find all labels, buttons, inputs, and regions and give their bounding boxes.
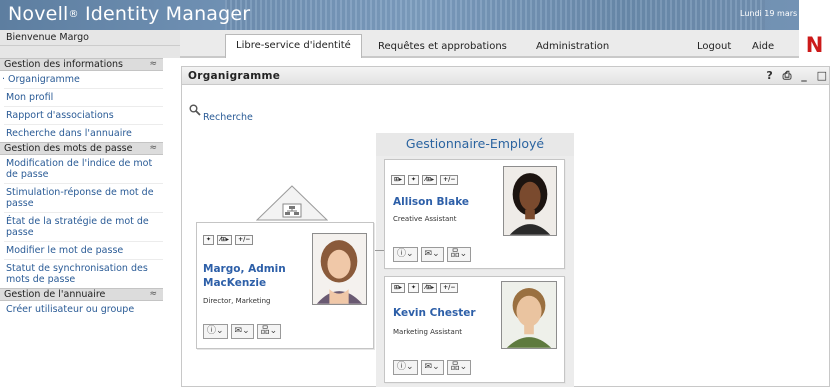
welcome-text: Bienvenue Margo bbox=[0, 30, 180, 46]
card-toolbar: ✦ ⁄⊞▸ +/− bbox=[203, 235, 254, 245]
sidebar-item-associations-report[interactable]: Rapport d'associations bbox=[0, 107, 163, 124]
collapse-icon[interactable]: ≈ bbox=[149, 59, 157, 70]
card-toolbar: ⊞▸ ✦ ⁄⊞▸ +/− bbox=[391, 283, 459, 293]
employee-photo bbox=[503, 166, 557, 236]
search-icon[interactable] bbox=[189, 104, 201, 116]
tab-requests-approvals[interactable]: Requêtes et approbations bbox=[378, 36, 507, 58]
sidebar-item-label: Organigramme bbox=[8, 74, 80, 85]
sidebar-item-my-profile[interactable]: Mon profil bbox=[0, 89, 163, 106]
card-toolbar-button[interactable]: ✦ bbox=[408, 283, 420, 293]
sidebar-item-create-user-group[interactable]: Créer utilisateur ou groupe bbox=[0, 301, 163, 318]
search-link[interactable]: Recherche bbox=[203, 112, 253, 123]
sidebar-item-challenge-response[interactable]: Stimulation-réponse de mot de passe bbox=[0, 184, 163, 212]
section-title: Gestion de l'annuaire bbox=[4, 289, 106, 300]
card-toolbar-button[interactable]: ✦ bbox=[408, 175, 420, 185]
logo-product: Identity Manager bbox=[78, 3, 251, 25]
card-toolbar-button[interactable]: ⁄⊞▸ bbox=[217, 235, 233, 245]
help-link[interactable]: Aide bbox=[752, 36, 774, 58]
info-menu-button[interactable]: ⓘ⌄ bbox=[393, 247, 418, 262]
card-actions: ⓘ⌄ ✉⌄ 品⌄ bbox=[393, 247, 472, 262]
sidebar-item-change-password[interactable]: Modifier le mot de passe bbox=[0, 242, 163, 259]
maximize-icon[interactable]: □ bbox=[817, 69, 827, 82]
employee-name[interactable]: Kevin Chester bbox=[393, 306, 476, 320]
email-menu-button[interactable]: ✉⌄ bbox=[420, 360, 444, 375]
info-menu-button[interactable]: ⓘ⌄ bbox=[203, 324, 228, 339]
brand-bg bbox=[799, 0, 830, 30]
card-toolbar-button[interactable]: ⁄⊞▸ bbox=[422, 283, 438, 293]
employee-name[interactable]: Allison Blake bbox=[393, 195, 469, 209]
section-info-management[interactable]: Gestion des informations ≈ bbox=[0, 58, 163, 71]
main-nav: Libre-service d'identité Requêtes et app… bbox=[180, 30, 799, 58]
manager-name-line2: MacKenzie bbox=[203, 277, 267, 289]
info-menu-button[interactable]: ⓘ⌄ bbox=[393, 360, 418, 375]
greeting-pad bbox=[0, 46, 180, 58]
portlet-header: Organigramme ? ⎙ _ □ bbox=[182, 67, 829, 85]
up-level-icon[interactable] bbox=[256, 185, 328, 221]
header: Novell® Identity Manager Lundi 19 mars 2… bbox=[0, 0, 830, 58]
card-actions: ⓘ⌄ ✉⌄ 品⌄ bbox=[393, 360, 472, 375]
card-actions: ⓘ⌄ ✉⌄ 品⌄ bbox=[203, 324, 282, 339]
section-password-management[interactable]: Gestion des mots de passe ≈ bbox=[0, 142, 163, 155]
logout-link[interactable]: Logout bbox=[697, 36, 731, 58]
print-icon[interactable]: ⎙ bbox=[783, 69, 792, 82]
minimize-icon[interactable]: _ bbox=[801, 69, 807, 82]
sidebar-item-org-chart[interactable]: · Organigramme bbox=[0, 71, 163, 88]
help-icon[interactable]: ? bbox=[766, 69, 772, 82]
card-toolbar-button[interactable]: +/− bbox=[440, 175, 459, 185]
sidebar: Gestion des informations ≈ · Organigramm… bbox=[0, 58, 163, 358]
banner-decoration bbox=[225, 0, 765, 30]
section-title: Gestion des informations bbox=[4, 59, 123, 70]
app-logo: Novell® Identity Manager bbox=[8, 3, 250, 25]
employee-title: Marketing Assistant bbox=[393, 328, 463, 336]
manager-name[interactable]: Margo, Admin MacKenzie bbox=[203, 262, 286, 290]
top-banner: Novell® Identity Manager Lundi 19 mars 2… bbox=[0, 0, 830, 30]
email-menu-button[interactable]: ✉⌄ bbox=[420, 247, 444, 262]
org-menu-button[interactable]: 品⌄ bbox=[446, 360, 472, 375]
employee-photo bbox=[501, 281, 557, 349]
sidebar-item-sync-status[interactable]: Statut de synchronisation des mots de pa… bbox=[0, 260, 163, 288]
employee-title: Creative Assistant bbox=[393, 215, 457, 223]
sidebar-item-directory-search[interactable]: Recherche dans l'annuaire bbox=[0, 125, 163, 142]
section-directory-management[interactable]: Gestion de l'annuaire ≈ bbox=[0, 288, 163, 301]
portlet-controls: ? ⎙ _ □ bbox=[760, 69, 827, 83]
employee-card[interactable]: ⊞▸ ✦ ⁄⊞▸ +/− Allison Blake Creative Assi… bbox=[384, 159, 565, 269]
sidebar-item-hint-change[interactable]: Modification de l'indice de mot de passe bbox=[0, 155, 163, 183]
collapse-icon[interactable]: ≈ bbox=[149, 143, 157, 154]
card-toolbar: ⊞▸ ✦ ⁄⊞▸ +/− bbox=[391, 175, 459, 185]
card-toolbar-button[interactable]: ⁄⊞▸ bbox=[422, 175, 438, 185]
logo-novell: Novell bbox=[8, 3, 69, 25]
section-title: Gestion des mots de passe bbox=[4, 143, 133, 154]
logo-reg: ® bbox=[68, 9, 79, 20]
portlet-title: Organigramme bbox=[188, 70, 281, 82]
email-menu-button[interactable]: ✉⌄ bbox=[230, 324, 254, 339]
card-toolbar-button[interactable]: ✦ bbox=[203, 235, 215, 245]
org-menu-button[interactable]: 品⌄ bbox=[446, 247, 472, 262]
card-toolbar-button[interactable]: ⊞▸ bbox=[391, 175, 406, 185]
group-title: Gestionnaire-Employé bbox=[376, 133, 574, 156]
card-toolbar-button[interactable]: +/− bbox=[440, 283, 459, 293]
manager-card[interactable]: ✦ ⁄⊞▸ +/− Margo, Admin MacKenzie Directo… bbox=[196, 222, 374, 349]
manager-photo bbox=[312, 233, 367, 305]
novell-n-logo: N bbox=[799, 30, 830, 58]
org-menu-button[interactable]: 品⌄ bbox=[256, 324, 282, 339]
manager-title: Director, Marketing bbox=[203, 297, 271, 305]
manager-name-line1: Margo, Admin bbox=[203, 263, 286, 275]
card-toolbar-button[interactable]: +/− bbox=[235, 235, 254, 245]
tab-administration[interactable]: Administration bbox=[536, 36, 609, 58]
tab-self-service[interactable]: Libre-service d'identité bbox=[225, 34, 362, 58]
collapse-icon[interactable]: ≈ bbox=[149, 289, 157, 300]
card-toolbar-button[interactable]: ⊞▸ bbox=[391, 283, 406, 293]
employee-card[interactable]: ⊞▸ ✦ ⁄⊞▸ +/− Kevin Chester Marketing Ass… bbox=[384, 276, 565, 383]
sidebar-item-policy-status[interactable]: État de la stratégie de mot de passe bbox=[0, 213, 163, 241]
